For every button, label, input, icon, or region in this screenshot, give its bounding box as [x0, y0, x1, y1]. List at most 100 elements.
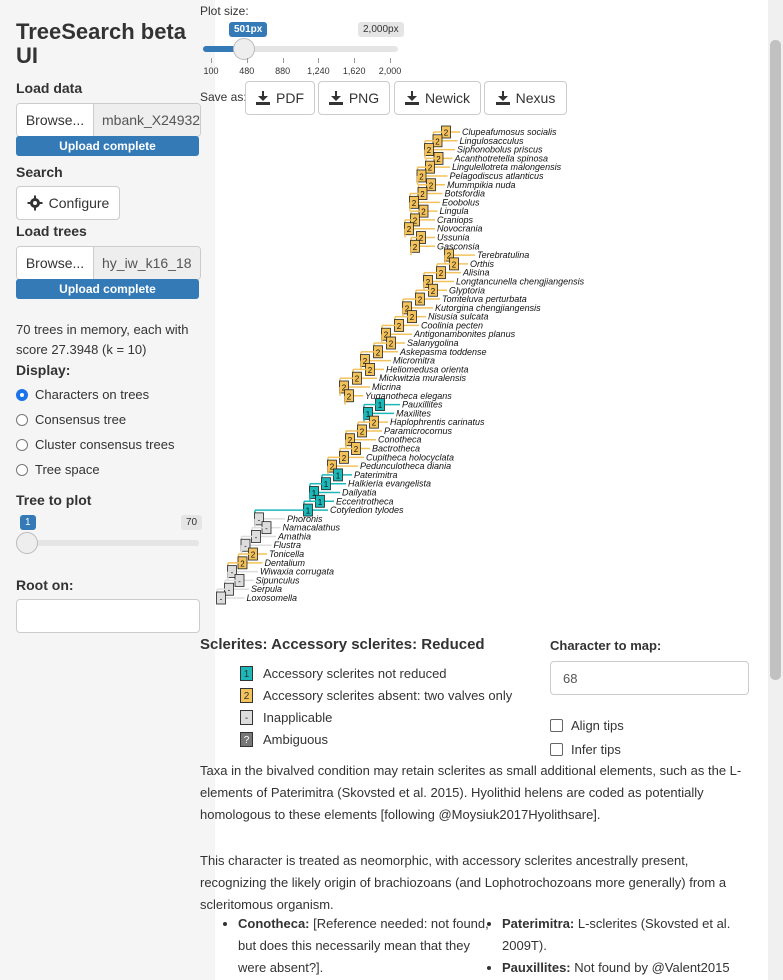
save-button-label: PDF [276, 90, 304, 106]
state-marker-symbol: 2 [251, 551, 256, 560]
state-marker-symbol: 2 [354, 445, 359, 454]
state-marker-symbol: 2 [372, 419, 377, 428]
download-icon [328, 91, 343, 105]
root-on-input[interactable] [16, 599, 200, 633]
save-pdf-button[interactable]: PDF [245, 81, 315, 115]
load-data-progress: Upload complete [16, 136, 199, 156]
tree-slider-max: 70 [181, 515, 203, 530]
state-marker-symbol: 2 [435, 137, 440, 146]
state-marker-symbol: - [265, 524, 268, 533]
character-notes: This character is treated as neomorphic,… [200, 853, 727, 912]
state-marker-symbol: 2 [355, 375, 360, 384]
load-data-browse-button[interactable]: Browse... [17, 104, 94, 136]
radio-button[interactable] [16, 388, 28, 401]
legend-item: ? Ambiguous [240, 732, 328, 747]
taxon-label: Loxosomella [247, 593, 298, 603]
slider-tick-mark [354, 58, 356, 63]
state-marker-symbol: 2 [407, 225, 412, 234]
load-trees-browse-button[interactable]: Browse... [17, 247, 94, 279]
slider-tick-mark [211, 58, 212, 63]
save-button-label: PNG [348, 90, 380, 106]
state-marker-symbol: 2 [420, 190, 425, 199]
root-on-label: Root on: [16, 577, 74, 593]
save-button-label: Nexus [515, 90, 556, 106]
display-option-label: Tree space [35, 462, 100, 477]
load-trees-file-name: hy_iw_k16_18 [94, 247, 200, 279]
legend-label: Inapplicable [263, 710, 333, 725]
taxon-note-name: Pauxillites: [502, 960, 571, 975]
plot-size-value: 501px [229, 22, 268, 37]
app-title: TreeSearch beta UI [16, 19, 186, 68]
state-marker-symbol: 2 [427, 146, 432, 155]
checkbox[interactable] [550, 743, 563, 756]
download-icon [256, 91, 270, 105]
tree-slider-track[interactable] [18, 540, 199, 546]
state-marker-symbol: 2 [376, 348, 381, 357]
legend-item: 2 Accessory sclerites absent: two valves … [240, 688, 512, 703]
display-option-label: Characters on trees [35, 387, 150, 402]
slider-tick-mark [246, 58, 248, 63]
display-option-consensus[interactable]: Consensus tree [16, 412, 126, 427]
state-marker-symbol: 2 [428, 164, 433, 173]
plot-size-max: 2,000px [358, 22, 404, 37]
taxon-label: Gasconsia [437, 241, 480, 251]
taxon-note-text: Not found by @Valent2015 [570, 960, 730, 975]
state-marker-symbol: 2 [439, 269, 444, 278]
state-marker-symbol: - [220, 595, 223, 604]
radio-button[interactable] [16, 438, 28, 451]
state-marker-symbol: 2 [389, 340, 394, 349]
scrollbar-thumb[interactable] [770, 40, 781, 680]
state-marker-symbol: 2 [429, 181, 434, 190]
slider-tick-mark [318, 58, 320, 63]
character-to-map-label: Character to map: [550, 638, 662, 653]
align-tips-checkbox[interactable]: Align tips [550, 718, 624, 733]
load-data-label: Load data [16, 80, 83, 96]
checkbox[interactable] [550, 719, 563, 732]
state-marker-symbol: - [228, 586, 231, 595]
state-marker-symbol: 2 [347, 392, 352, 401]
load-data-file-input[interactable]: Browse... mbank_X24932 [16, 103, 201, 137]
download-icon [404, 91, 419, 105]
state-marker-symbol: 2 [418, 296, 423, 305]
state-marker-symbol: 1 [378, 401, 383, 410]
infer-tips-checkbox[interactable]: Infer tips [550, 742, 621, 757]
state-marker-symbol: 2 [342, 454, 347, 463]
character-description: Taxa in the bivalved condition may retai… [200, 763, 742, 822]
display-option-label: Cluster consensus trees [35, 437, 175, 452]
configure-button[interactable]: Configure [16, 186, 120, 220]
taxon-notes-right: Paterimitra: L-sclerites (Skovsted et al… [482, 913, 772, 979]
legend-swatch: 1 [240, 666, 253, 681]
taxon-note: Conotheca: [Reference needed: not found,… [238, 913, 498, 979]
character-tree-plot: 2 Clupeafumosus socialis2 Lingulosacculus2… [216, 125, 585, 605]
state-marker-symbol: 1 [324, 480, 329, 489]
state-marker-symbol: 2 [452, 260, 457, 269]
load-trees-progress: Upload complete [16, 279, 199, 299]
radio-button[interactable] [16, 413, 28, 426]
infer-tips-label: Infer tips [571, 742, 621, 757]
display-option-label: Consensus tree [35, 412, 127, 427]
legend-item: - Inapplicable [240, 710, 332, 725]
legend-swatch: 2 [240, 688, 253, 703]
tree-slider-handle[interactable] [16, 532, 38, 554]
load-trees-label: Load trees [16, 223, 87, 239]
legend-label: Accessory sclerites absent: two valves o… [263, 688, 513, 703]
legend-label: Accessory sclerites not reduced [263, 666, 447, 681]
display-option-characters[interactable]: Characters on trees [16, 387, 149, 402]
save-newick-button[interactable]: Newick [394, 81, 481, 115]
radio-button[interactable] [16, 463, 28, 476]
taxon-label: Cotyledion tylodes [330, 505, 404, 515]
character-number-input[interactable] [550, 661, 749, 695]
legend-swatch: - [240, 710, 253, 725]
state-marker-symbol: - [238, 577, 241, 586]
plot-size-handle[interactable] [232, 38, 255, 60]
trees-in-memory-text: 70 trees in memory, each with score 27.3… [16, 322, 189, 357]
display-option-tree-space[interactable]: Tree space [16, 462, 100, 477]
load-trees-file-input[interactable]: Browse... hy_iw_k16_18 [16, 246, 201, 280]
save-nexus-button[interactable]: Nexus [484, 81, 567, 115]
legend-label: Ambiguous [263, 732, 329, 747]
plot-size-label: Plot size: [200, 4, 249, 18]
configure-label: Configure [48, 195, 110, 211]
save-png-button[interactable]: PNG [318, 81, 390, 115]
state-marker-symbol: 2 [240, 559, 245, 568]
display-option-cluster-consensus[interactable]: Cluster consensus trees [16, 437, 174, 452]
